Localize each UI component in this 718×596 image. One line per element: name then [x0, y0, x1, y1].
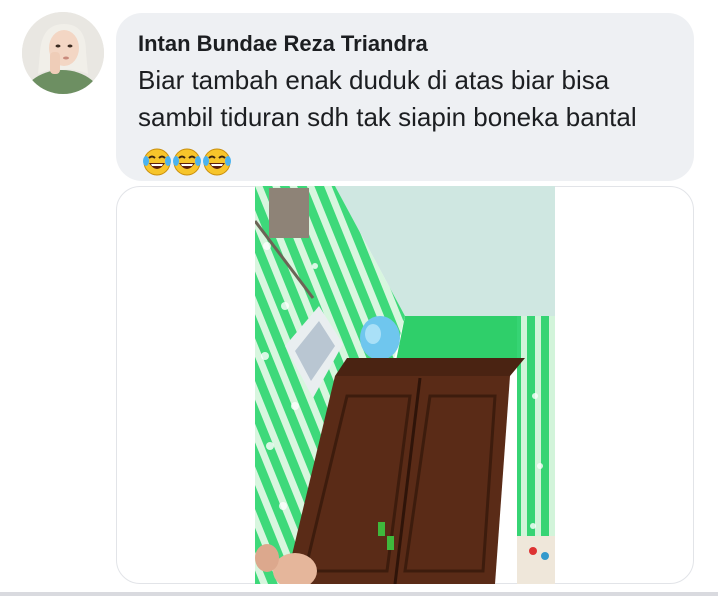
comment-text: Biar tambah enak duduk di atas biar bisa…: [138, 65, 637, 132]
laughing-tears-icon: [143, 148, 171, 176]
attached-photo[interactable]: [255, 186, 555, 584]
comment-author[interactable]: Intan Bundae Reza Triandra: [138, 31, 428, 57]
laughing-tears-icon: [173, 148, 201, 176]
comment-body: Biar tambah enak duduk di atas biar bisa…: [138, 62, 678, 179]
emoji-group: [142, 142, 232, 179]
commenter-avatar[interactable]: [22, 12, 104, 94]
avatar-image: [22, 12, 104, 94]
divider: [0, 592, 718, 596]
room-photo: [255, 186, 555, 584]
laughing-tears-icon: [203, 148, 231, 176]
